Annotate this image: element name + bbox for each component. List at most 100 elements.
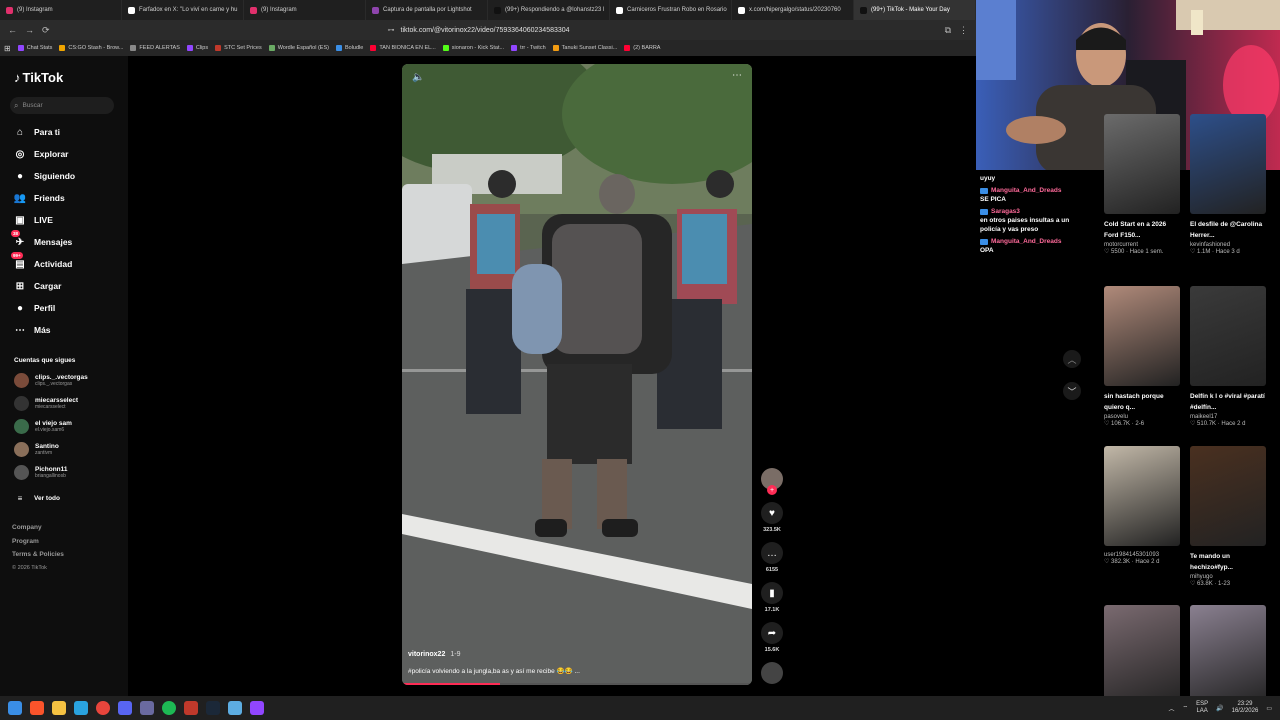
chat-username[interactable]: Saragas3 <box>991 207 1020 216</box>
bookmark-item[interactable]: FEED ALERTAS <box>130 45 180 51</box>
menu-icon[interactable]: ⋮ <box>959 25 968 36</box>
sidebar-item-perfil[interactable]: ● Perfil <box>14 302 55 314</box>
bookmark-item[interactable]: Clips <box>186 45 208 51</box>
video-thumbnail[interactable] <box>1190 446 1266 546</box>
bookmark-item[interactable]: Boludle <box>335 45 363 51</box>
video-thumbnail[interactable] <box>1104 605 1180 705</box>
author-avatar-button[interactable]: + <box>761 468 783 495</box>
bookmark-item[interactable]: trr - Twitch <box>511 45 546 51</box>
sidebar-item-mensajes[interactable]: ✈ 38 Mensajes <box>11 230 72 248</box>
bookmark-item[interactable]: (2) BARRA <box>624 45 660 51</box>
extensions-icon[interactable]: ⧉ <box>945 25 951 36</box>
back-icon[interactable]: ← <box>8 25 17 35</box>
followed-account[interactable]: Pichonn11 briangallinosb <box>14 465 68 480</box>
next-video-button[interactable]: ﹀ <box>1063 382 1081 400</box>
language-indicator[interactable]: ESP LAA <box>1196 701 1208 715</box>
bookmark-button[interactable]: ▮ 17.1K <box>761 582 783 613</box>
video-card[interactable]: Te mando un hechizo#fyp... mihyugo ♡ 63.8K… <box>1190 446 1268 587</box>
comment-button[interactable]: … 6155 <box>761 542 783 573</box>
video-player[interactable]: 🔈 ⋯ vitorinox22 1-9 #policía volviendo a… <box>402 64 752 685</box>
bookmark-item[interactable]: Tanuki Sunset Classi... <box>552 45 617 51</box>
volume-icon[interactable]: 🔈 <box>412 72 424 83</box>
site-info-icon[interactable]: ⊶ <box>388 26 395 34</box>
app-window-icon[interactable] <box>140 701 154 715</box>
windows-start-icon[interactable] <box>8 701 22 715</box>
browser-tab[interactable]: x.com/hipergalgo/status/20230760 <box>732 0 854 20</box>
music-disc[interactable] <box>761 662 783 684</box>
video-card[interactable]: sin hastach porque quiero q... pasovelu ♡ … <box>1104 286 1182 427</box>
browser-tab[interactable]: Captura de pantalla por Lightshot <box>366 0 488 20</box>
video-thumbnail[interactable] <box>1104 114 1180 214</box>
video-thumbnail[interactable] <box>1104 286 1180 386</box>
sidebar-item-cargar[interactable]: ⊞ Cargar <box>14 280 62 292</box>
search-input[interactable]: ⌕ Buscar <box>10 97 114 114</box>
previous-video-button[interactable]: ︿ <box>1063 350 1081 368</box>
chat-username[interactable]: Manguita_And_Dreads <box>991 186 1061 195</box>
browser-tab[interactable]: (9) Instagram <box>0 0 122 20</box>
share-button[interactable]: ➦ 15.6K <box>761 622 783 653</box>
browser-tab[interactable]: (99+) Respondiendo a @lohanstz23 l <box>488 0 610 20</box>
sidebar-item-explorar[interactable]: ◎ Explorar <box>14 148 69 160</box>
tiktok-logo[interactable]: ♪ TikTok <box>14 70 63 85</box>
settings-app-icon[interactable] <box>228 701 242 715</box>
video-thumbnail[interactable] <box>1190 286 1266 386</box>
spotify-icon[interactable] <box>162 701 176 715</box>
forward-icon[interactable]: → <box>25 25 34 35</box>
video-card[interactable] <box>1190 605 1268 705</box>
sidebar-item-para-ti[interactable]: ⌂ Para ti <box>14 126 60 138</box>
sidebar-item-live[interactable]: ▣ LIVE <box>14 214 53 226</box>
sidebar-item-actividad[interactable]: ▤ 99+ Actividad <box>11 252 72 270</box>
chrome-icon[interactable] <box>96 701 110 715</box>
follow-plus-icon[interactable]: + <box>767 485 777 495</box>
discord-icon[interactable] <box>118 701 132 715</box>
bookmark-item[interactable]: STC Set Prices <box>215 45 262 51</box>
volume-tray-icon[interactable]: 🔊 <box>1216 705 1223 712</box>
video-card[interactable] <box>1104 605 1182 705</box>
video-thumbnail[interactable] <box>1104 446 1180 546</box>
brave-browser-icon[interactable] <box>30 701 44 715</box>
footer-link[interactable]: Program <box>12 538 39 545</box>
network-icon[interactable]: ⌔ <box>1182 704 1188 712</box>
telegram-icon[interactable] <box>74 701 88 715</box>
heart-button[interactable]: ♥ 323.5K <box>761 502 783 533</box>
bookmark-item[interactable]: sionaron - Kick Stat... <box>442 45 504 51</box>
reload-icon[interactable]: ⟳ <box>42 25 50 36</box>
followed-account[interactable]: miecarsselect miecarsselect <box>14 396 78 411</box>
sidebar-item-siguiendo[interactable]: ● Siguiendo <box>14 170 75 182</box>
followed-account[interactable]: el viejo sam el.viejo.sam6 <box>14 419 72 434</box>
video-progress-bar[interactable] <box>402 683 752 685</box>
bookmark-item[interactable]: Wordle Español (ES) <box>268 45 329 51</box>
bookmark-item[interactable]: Chat Stats <box>17 45 52 51</box>
followed-account[interactable]: clips._.vectorgas clips._.vectorgas <box>14 373 88 388</box>
browser-tab[interactable]: Farfadox en X: "Lo viví en carne y hu <box>122 0 244 20</box>
more-options-icon[interactable]: ⋯ <box>732 70 742 81</box>
see-all-link[interactable]: ≡ Ver todo <box>14 492 60 504</box>
browser-tab[interactable]: (99+) TikTok - Make Your Day <box>854 0 976 20</box>
media-app-icon[interactable] <box>184 701 198 715</box>
bookmark-item[interactable]: CS:GO Stash - Brow... <box>59 45 123 51</box>
footer-link[interactable]: Terms & Policies <box>12 551 64 558</box>
tray-chevron-icon[interactable]: ︿ <box>1168 704 1174 713</box>
apps-icon[interactable]: ⊞ <box>4 44 11 53</box>
address-bar[interactable]: ⊶ tiktok.com/@vitorinox22/video/75933640… <box>388 26 848 35</box>
video-thumbnail[interactable] <box>1190 605 1266 705</box>
sidebar-item-friends[interactable]: 👥 Friends <box>14 192 65 204</box>
file-explorer-icon[interactable] <box>52 701 66 715</box>
twitch-app-icon[interactable] <box>250 701 264 715</box>
video-author[interactable]: vitorinox22 <box>408 651 445 658</box>
bookmark-item[interactable]: TAN BIONICA EN EL... <box>370 45 436 51</box>
video-card[interactable]: Cold Start en a 2026 Ford F150... motorcu… <box>1104 114 1182 255</box>
steam-icon[interactable] <box>206 701 220 715</box>
browser-tab[interactable]: (9) Instagram <box>244 0 366 20</box>
video-card[interactable]: El desfile de @Carolina Herrer... kevinfa… <box>1190 114 1268 255</box>
chat-username[interactable]: Manguita_And_Dreads <box>991 237 1061 246</box>
notifications-icon[interactable]: ▭ <box>1266 705 1272 712</box>
followed-account[interactable]: Santino zantivm <box>14 442 59 457</box>
sidebar-item-más[interactable]: ⋯ Más <box>14 324 51 336</box>
clock[interactable]: 23:29 16/2/2026 <box>1232 701 1259 715</box>
video-card[interactable]: Delfín k l o #viral #paratí #delfín... ma… <box>1190 286 1268 427</box>
video-thumbnail[interactable] <box>1190 114 1266 214</box>
footer-link[interactable]: Company <box>12 524 42 531</box>
video-card[interactable]: user1984145301093 ♡ 382.3K · Hace 2 d <box>1104 446 1182 565</box>
browser-tab[interactable]: Carniceros Frustran Robo en Rosario <box>610 0 732 20</box>
